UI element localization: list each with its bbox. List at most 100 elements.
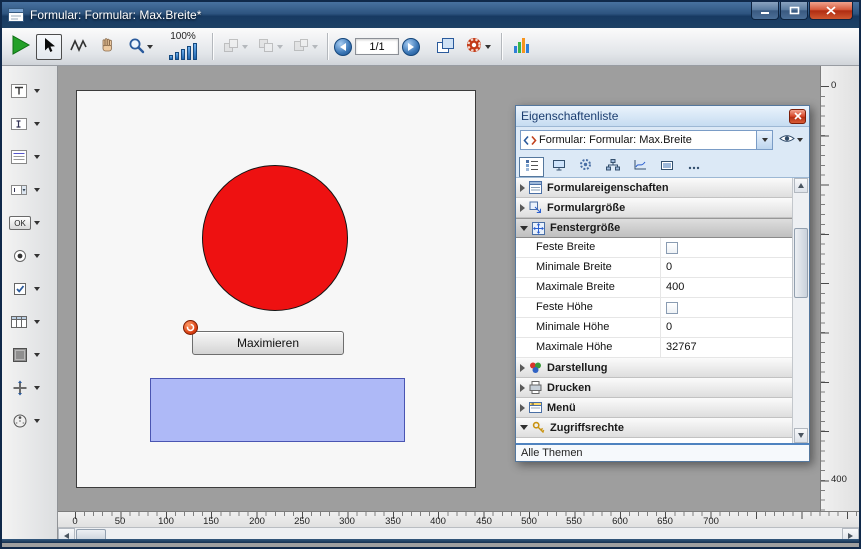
panel-close-button[interactable] [789,109,806,124]
settings-button[interactable] [461,34,495,60]
chevron-down-icon[interactable] [34,122,40,126]
zoom-tool-button[interactable] [123,34,157,60]
maximize-button[interactable] [780,2,808,20]
pan-tool-button[interactable] [94,34,120,60]
combo-box-tool[interactable] [9,179,57,201]
previous-page-button[interactable] [334,38,352,56]
chevron-down-icon[interactable] [34,254,40,258]
property-row-feste-breite[interactable]: Feste Breite [516,238,792,258]
curve-icon [633,158,647,176]
page-indicator: 1/1 [355,38,399,55]
gear-icon [465,36,483,57]
feste-hoehe-checkbox[interactable] [666,302,678,314]
ruler-label: 650 [657,516,673,527]
zoom-level-control[interactable]: 100% [160,31,206,63]
app-window: Formular: Formular: Max.Breite* 100% [0,0,861,549]
tab-preview[interactable] [654,157,679,177]
visibility-filter-button[interactable] [777,130,805,150]
property-row-minimale-breite[interactable]: Minimale Breite 0 [516,258,792,278]
align-center-button[interactable] [254,34,286,60]
expand-arrow-icon [520,364,525,372]
tab-properties[interactable] [519,157,544,177]
group-formulareigenschaften[interactable]: Formulareigenschaften [516,178,792,198]
group-darstellung[interactable]: Darstellung [516,358,792,378]
gear-icon [579,158,592,176]
input-field-tool[interactable] [9,113,57,135]
button-tool[interactable]: OK [9,212,57,234]
text-tool[interactable] [9,80,57,102]
tab-curves[interactable] [627,157,652,177]
group-drucken[interactable]: Drucken [516,378,792,398]
form-icon [529,181,543,194]
run-form-button[interactable] [7,34,33,60]
scroll-down-button[interactable] [794,428,808,443]
arrow-right-icon [408,43,414,51]
chevron-down-icon[interactable] [34,386,40,390]
property-value[interactable]: 0 [661,318,792,337]
property-grid: Formulareigenschaften Formulargröße Fens… [516,178,792,443]
panel-scrollbar[interactable] [792,178,809,443]
arrow-right-icon [848,533,853,539]
bar-chart-icon [513,37,530,57]
maximieren-button[interactable]: Maximieren [192,331,344,355]
align-left-button[interactable] [219,34,251,60]
tab-settings[interactable] [573,157,598,177]
close-button[interactable] [809,2,853,20]
target-select[interactable]: Formular: Formular: Max.Breite [520,130,773,150]
list-tool-icon [9,148,31,166]
panel-tool[interactable] [9,344,57,366]
expand-arrow-icon [520,384,525,392]
chevron-down-icon[interactable] [34,188,40,192]
ruler-label: 250 [294,516,310,527]
chevron-down-icon[interactable] [34,320,40,324]
feste-breite-checkbox[interactable] [666,242,678,254]
panel-titlebar[interactable]: Eigenschaftenliste [516,106,809,127]
property-value[interactable]: 400 [661,278,792,297]
group-formulargroesse[interactable]: Formulargröße [516,198,792,218]
next-page-button[interactable] [402,38,420,56]
group-zugriffsrechte[interactable]: Zugriffsrechte [516,418,792,438]
statistics-button[interactable] [508,34,534,60]
radio-button-tool[interactable] [9,245,57,267]
combo-dropdown-button[interactable] [756,131,772,149]
form-canvas[interactable]: Maximieren [76,90,476,488]
property-value[interactable]: 0 [661,258,792,277]
tab-more[interactable] [681,157,706,177]
dial-tool[interactable] [9,410,57,432]
table-tool[interactable] [9,311,57,333]
tab-structure[interactable] [600,157,625,177]
tab-display[interactable] [546,157,571,177]
cursor-icon [42,37,57,56]
minimize-button[interactable] [751,2,779,20]
red-circle-shape[interactable] [202,165,348,311]
zigzag-pen-icon [69,38,88,56]
scrollbar-thumb[interactable] [794,228,808,298]
blue-rectangle-shape[interactable] [150,378,405,442]
window-title: Formular: Formular: Max.Breite* [30,8,201,22]
chevron-down-icon[interactable] [34,287,40,291]
property-row-minimale-hoehe[interactable]: Minimale Höhe 0 [516,318,792,338]
property-row-feste-hoehe[interactable]: Feste Höhe [516,298,792,318]
size-objects-button[interactable] [289,34,321,60]
chevron-down-icon[interactable] [34,155,40,159]
property-label: Minimale Breite [516,258,661,277]
select-tool-button[interactable] [36,34,62,60]
property-row-maximale-hoehe[interactable]: Maximale Höhe 32767 [516,338,792,358]
duplicate-view-button[interactable] [432,34,458,60]
chevron-down-icon [485,45,491,49]
property-label: Maximale Breite [516,278,661,297]
chevron-down-icon[interactable] [34,419,40,423]
vertical-ruler: 0 400 [820,66,859,511]
chevron-down-icon[interactable] [34,221,40,225]
group-menue[interactable]: Menü [516,398,792,418]
list-tool[interactable] [9,146,57,168]
group-fenstergroesse[interactable]: Fenstergröße [516,218,792,238]
chevron-down-icon[interactable] [34,89,40,93]
property-value[interactable]: 32767 [661,338,792,357]
splitter-tool[interactable] [9,377,57,399]
scroll-up-button[interactable] [794,178,808,193]
checkbox-tool[interactable] [9,278,57,300]
freehand-tool-button[interactable] [65,34,91,60]
property-row-maximale-breite[interactable]: Maximale Breite 400 [516,278,792,298]
chevron-down-icon[interactable] [34,353,40,357]
